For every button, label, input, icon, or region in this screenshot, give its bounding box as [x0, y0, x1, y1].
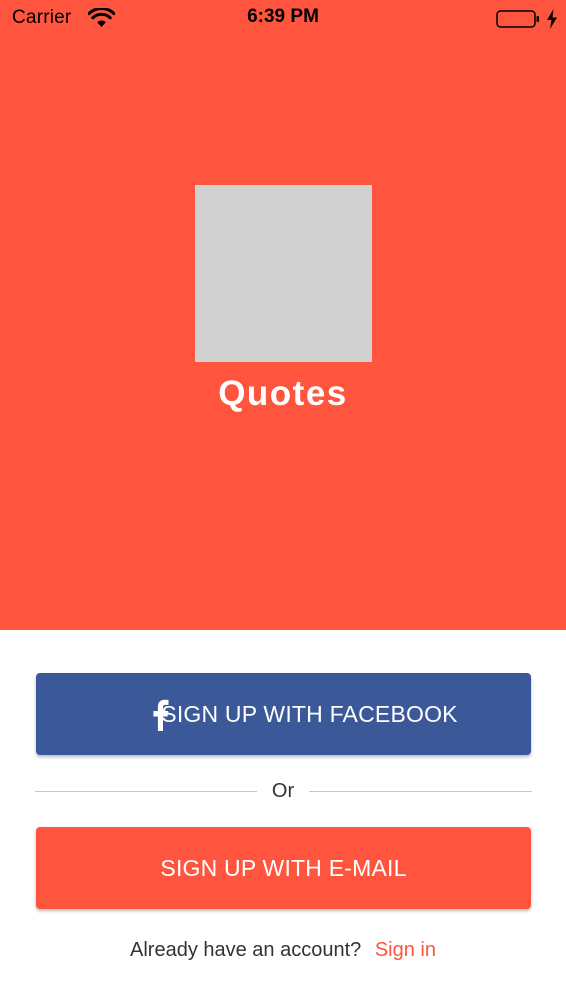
signup-screen: Carrier 6:39 PM Quotes SIGN UP WITH FACE… — [0, 0, 566, 1006]
signin-link[interactable]: Sign in — [375, 939, 436, 961]
email-button-label: SIGN UP WITH E-MAIL — [160, 854, 407, 881]
app-logo-placeholder — [195, 185, 372, 362]
email-signup-button[interactable]: SIGN UP WITH E-MAIL — [36, 827, 531, 909]
battery-icon — [496, 10, 539, 28]
facebook-icon — [153, 699, 169, 731]
account-prompt-text: Already have an account? — [130, 939, 362, 961]
app-title: Quotes — [218, 374, 348, 413]
facebook-signup-button[interactable]: SIGN UP WITH FACEBOOK — [36, 673, 531, 755]
hero-banner: Carrier 6:39 PM Quotes — [0, 0, 566, 630]
facebook-button-label: SIGN UP WITH FACEBOOK — [161, 700, 458, 727]
status-bar: Carrier 6:39 PM — [0, 0, 566, 38]
signin-prompt: Already have an account? Sign in — [0, 939, 566, 962]
divider-line-left — [35, 791, 257, 792]
divider-text: Or — [271, 780, 295, 802]
clock-time: 6:39 PM — [247, 6, 319, 27]
charging-bolt-icon — [547, 9, 557, 29]
divider-line-right — [309, 791, 532, 792]
or-divider: Or — [35, 778, 532, 806]
